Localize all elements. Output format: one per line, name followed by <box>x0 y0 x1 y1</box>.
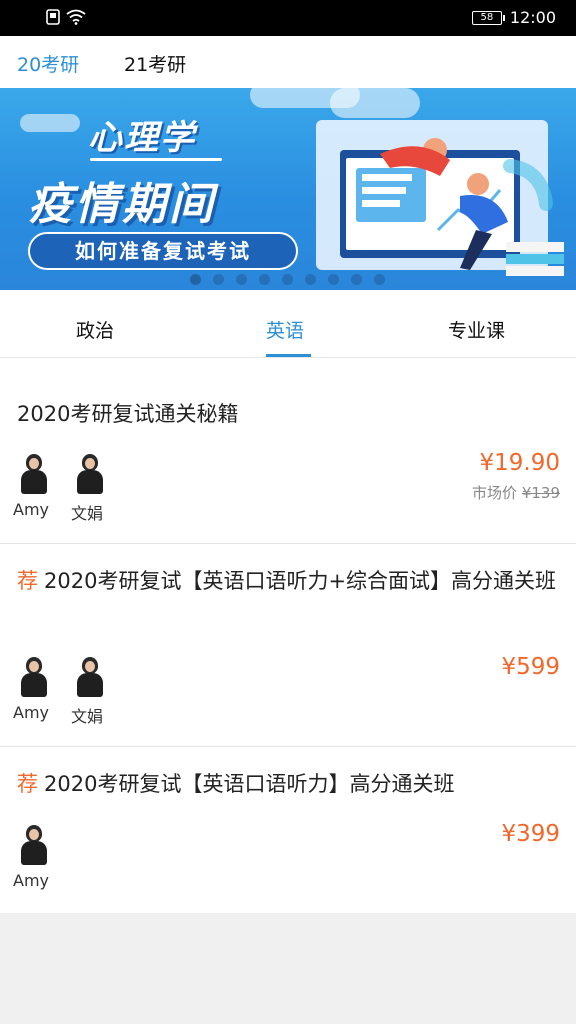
banner-subtitle-pill: 如何准备复试考试 <box>28 232 298 270</box>
teacher-name: Amy <box>13 703 49 722</box>
course-title: 荐 2020考研复试【英语口语听力+综合面试】高分通关班 <box>17 569 557 593</box>
carousel-dot[interactable] <box>190 274 201 285</box>
promo-banner[interactable]: 心理学 疫情期间 如何准备复试考试 <box>0 88 576 290</box>
teacher: 文娟 <box>71 454 107 524</box>
tab-english[interactable]: 英语 <box>266 316 304 343</box>
notification-icon <box>46 9 60 25</box>
teacher-name: Amy <box>13 500 49 519</box>
subject-tabs: 政治 英语 专业课 <box>0 290 576 358</box>
carousel-dot[interactable] <box>351 274 362 285</box>
teacher: Amy <box>13 825 51 890</box>
status-icons-left <box>46 9 86 25</box>
active-tab-indicator <box>266 354 311 357</box>
teacher-list: Amy 文娟 <box>13 454 107 524</box>
course-price: ¥19.90 <box>479 450 560 476</box>
carousel-dots[interactable] <box>190 274 385 285</box>
teacher-name: 文娟 <box>70 504 103 523</box>
teacher-avatar <box>17 825 51 865</box>
year-tabs: 20考研 21考研 <box>0 36 576 88</box>
teacher: 文娟 <box>71 657 107 727</box>
market-price: 市场价 ¥139 <box>472 482 560 503</box>
course-title: 2020考研复试通关秘籍 <box>17 402 239 426</box>
status-icons-right: 58 12:00 <box>471 8 556 27</box>
teacher-name: Amy <box>13 871 49 890</box>
course-list: 2020考研复试通关秘籍 Amy 文娟 ¥19.90 市场价 ¥139 荐 202… <box>0 358 576 913</box>
teacher: Amy <box>13 657 51 727</box>
tab-20-kaoyan[interactable]: 20考研 <box>17 50 79 77</box>
teacher-list: Amy <box>13 825 51 890</box>
teacher: Amy <box>13 454 51 524</box>
course-price: ¥599 <box>501 654 560 680</box>
carousel-dot[interactable] <box>259 274 270 285</box>
status-time: 12:00 <box>509 8 556 27</box>
teacher-name: 文娟 <box>70 707 103 726</box>
carousel-dot[interactable] <box>305 274 316 285</box>
teacher-avatar <box>73 454 107 494</box>
teacher-avatar <box>17 454 51 494</box>
teacher-avatar <box>17 657 51 697</box>
course-card[interactable]: 荐 2020考研复试【英语口语听力+综合面试】高分通关班 Amy 文娟 ¥599 <box>0 544 576 747</box>
recommended-badge: 荐 <box>17 772 38 796</box>
battery-icon: 58 <box>471 10 505 25</box>
banner-cloud-decoration <box>20 114 80 132</box>
banner-title-small: 心理学 <box>88 118 196 158</box>
banner-title-large: 疫情期间 <box>28 179 216 230</box>
tab-major-course[interactable]: 专业课 <box>448 316 505 343</box>
status-bar: 58 12:00 <box>0 0 576 36</box>
banner-divider <box>90 158 222 161</box>
recommended-badge: 荐 <box>17 569 38 593</box>
course-price: ¥399 <box>501 821 560 847</box>
tab-politics[interactable]: 政治 <box>76 316 114 343</box>
course-card[interactable]: 2020考研复试通关秘籍 Amy 文娟 ¥19.90 市场价 ¥139 <box>0 358 576 544</box>
carousel-dot[interactable] <box>236 274 247 285</box>
carousel-dot[interactable] <box>213 274 224 285</box>
carousel-dot[interactable] <box>282 274 293 285</box>
course-title: 荐 2020考研复试【英语口语听力】高分通关班 <box>17 772 455 796</box>
tab-21-kaoyan[interactable]: 21考研 <box>124 50 186 77</box>
banner-illustration <box>316 120 564 276</box>
wifi-icon <box>66 9 86 25</box>
market-price-label: 市场价 <box>472 484 518 502</box>
carousel-dot[interactable] <box>328 274 339 285</box>
teacher-list: Amy 文娟 <box>13 657 107 727</box>
market-price-value: ¥139 <box>521 484 560 502</box>
teacher-avatar <box>73 657 107 697</box>
carousel-dot[interactable] <box>374 274 385 285</box>
course-card[interactable]: 荐 2020考研复试【英语口语听力】高分通关班 Amy ¥399 <box>0 747 576 913</box>
